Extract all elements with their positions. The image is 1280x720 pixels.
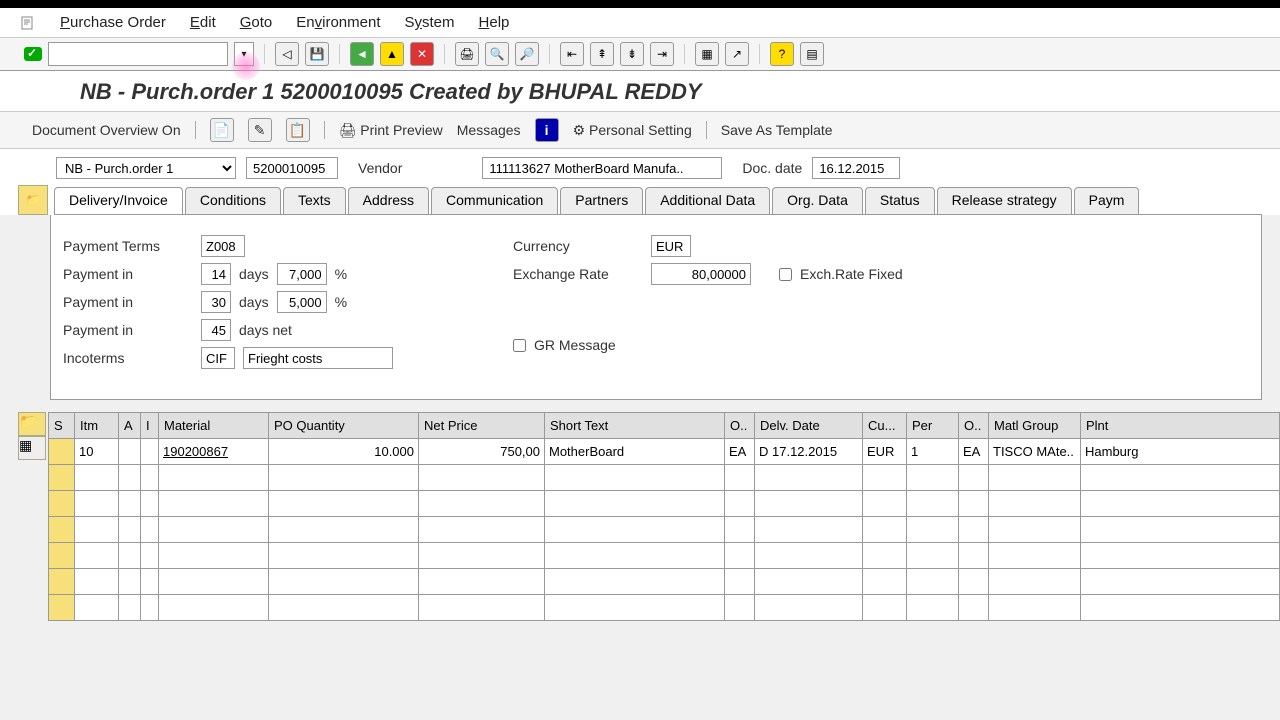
- command-field[interactable]: [48, 42, 228, 66]
- exchange-rate-field[interactable]: [651, 263, 751, 285]
- tab-payment[interactable]: Paym: [1074, 187, 1140, 214]
- next-page-icon[interactable]: ⇟: [620, 42, 644, 66]
- payment-in-2-days[interactable]: [201, 291, 231, 313]
- print-preview-button[interactable]: 🖨 Print Preview: [339, 122, 443, 139]
- tab-texts[interactable]: Texts: [283, 187, 346, 214]
- tab-address[interactable]: Address: [348, 187, 429, 214]
- print-icon[interactable]: 🖨: [455, 42, 479, 66]
- tab-delivery-invoice[interactable]: Delivery/Invoice: [54, 187, 183, 214]
- incoterms-text-field[interactable]: [243, 347, 393, 369]
- vendor-label: Vendor: [358, 160, 402, 176]
- currency-label: Currency: [513, 238, 643, 254]
- shortcut-icon[interactable]: ↗: [725, 42, 749, 66]
- payment-in-2-disc[interactable]: [277, 291, 327, 313]
- payment-in-1-disc[interactable]: [277, 263, 327, 285]
- doc-date-label: Doc. date: [742, 160, 802, 176]
- menu-environment[interactable]: Environment: [296, 14, 380, 31]
- item-grid-area: 📁 ▦ S Itm A I Material PO Quantity Net P…: [18, 412, 1280, 621]
- save-icon[interactable]: 💾: [305, 42, 329, 66]
- incoterms-label: Incoterms: [63, 350, 193, 366]
- tab-conditions[interactable]: Conditions: [185, 187, 281, 214]
- table-row[interactable]: [49, 465, 1280, 491]
- menu-edit[interactable]: Edit: [190, 14, 216, 31]
- layout-icon[interactable]: ▤: [800, 42, 824, 66]
- first-page-icon[interactable]: ⇤: [560, 42, 584, 66]
- menu-purchase-order[interactable]: Purchase Order: [60, 14, 166, 31]
- payment-terms-label: Payment Terms: [63, 238, 193, 254]
- enter-icon[interactable]: [24, 47, 42, 61]
- new-session-icon[interactable]: ▦: [695, 42, 719, 66]
- collapse-items-icon[interactable]: 📁: [18, 412, 46, 436]
- help-icon[interactable]: ?: [770, 42, 794, 66]
- create-icon[interactable]: 📄: [210, 118, 234, 142]
- currency-field[interactable]: [651, 235, 691, 257]
- gr-message-checkbox[interactable]: [513, 339, 526, 352]
- item-grid: S Itm A I Material PO Quantity Net Price…: [48, 412, 1280, 621]
- messages-button[interactable]: Messages: [457, 122, 521, 138]
- collapse-header-icon[interactable]: 📁: [18, 185, 48, 215]
- doc-overview-button[interactable]: Document Overview On: [32, 122, 181, 138]
- incoterms-field[interactable]: [201, 347, 235, 369]
- command-dropdown[interactable]: [234, 42, 254, 66]
- back-green-icon[interactable]: ◄: [350, 42, 374, 66]
- menu-goto[interactable]: Goto: [240, 14, 273, 31]
- info-icon[interactable]: i: [535, 118, 559, 142]
- doc-number-field[interactable]: [246, 157, 338, 179]
- exit-icon[interactable]: ▲: [380, 42, 404, 66]
- table-row[interactable]: [49, 595, 1280, 621]
- payment-in-3-label: Payment in: [63, 322, 193, 338]
- payment-in-3-days[interactable]: [201, 319, 231, 341]
- tab-additional-data[interactable]: Additional Data: [645, 187, 770, 214]
- tab-release-strategy[interactable]: Release strategy: [937, 187, 1072, 214]
- exchange-rate-label: Exchange Rate: [513, 266, 643, 282]
- header-tabs: Delivery/Invoice Conditions Texts Addres…: [54, 187, 1262, 215]
- exch-rate-fixed-label: Exch.Rate Fixed: [800, 266, 903, 282]
- back-icon[interactable]: ◁: [275, 42, 299, 66]
- table-row[interactable]: [49, 569, 1280, 595]
- page-title: NB - Purch.order 1 5200010095 Created by…: [80, 79, 1256, 105]
- header-fields: NB - Purch.order 1 Vendor Doc. date: [0, 149, 1280, 187]
- table-row[interactable]: [49, 491, 1280, 517]
- vendor-field[interactable]: [482, 157, 722, 179]
- doc-type-select[interactable]: NB - Purch.order 1: [56, 157, 236, 179]
- table-row[interactable]: 10 190200867 10.000 750,00 MotherBoard E…: [49, 439, 1280, 465]
- doc-date-field[interactable]: [812, 157, 900, 179]
- change-icon[interactable]: ✎: [248, 118, 272, 142]
- tab-communication[interactable]: Communication: [431, 187, 558, 214]
- tab-status[interactable]: Status: [865, 187, 935, 214]
- other-po-icon[interactable]: 📋: [286, 118, 310, 142]
- payment-terms-field[interactable]: [201, 235, 245, 257]
- last-page-icon[interactable]: ⇥: [650, 42, 674, 66]
- find-next-icon[interactable]: 🔎: [515, 42, 539, 66]
- payment-in-1-days[interactable]: [201, 263, 231, 285]
- payment-in-1-label: Payment in: [63, 266, 193, 282]
- prev-page-icon[interactable]: ⇞: [590, 42, 614, 66]
- menu-help[interactable]: Help: [479, 14, 510, 31]
- table-row[interactable]: [49, 517, 1280, 543]
- main-toolbar: ◁ 💾 ◄ ▲ ✕ 🖨 🔍 🔎 ⇤ ⇞ ⇟ ⇥ ▦ ↗ ? ▤: [0, 38, 1280, 71]
- menu-system[interactable]: System: [405, 14, 455, 31]
- app-icon: [20, 15, 36, 31]
- gr-message-label: GR Message: [534, 337, 616, 353]
- find-icon[interactable]: 🔍: [485, 42, 509, 66]
- personal-setting-button[interactable]: ⚙ Personal Setting: [573, 122, 692, 139]
- grid-settings-icon[interactable]: ▦: [18, 436, 46, 460]
- save-template-button[interactable]: Save As Template: [721, 122, 833, 138]
- action-bar: Document Overview On 📄 ✎ 📋 🖨 Print Previ…: [0, 112, 1280, 149]
- cancel-icon[interactable]: ✕: [410, 42, 434, 66]
- payment-in-2-label: Payment in: [63, 294, 193, 310]
- tab-partners[interactable]: Partners: [560, 187, 643, 214]
- table-row[interactable]: [49, 543, 1280, 569]
- menu-bar: Purchase Order Edit Goto Environment Sys…: [0, 8, 1280, 38]
- tab-content: Payment Terms Payment in days % Payment …: [50, 215, 1262, 400]
- exch-rate-fixed-checkbox[interactable]: [779, 268, 792, 281]
- grid-header-row: S Itm A I Material PO Quantity Net Price…: [49, 413, 1280, 439]
- tab-org-data[interactable]: Org. Data: [772, 187, 863, 214]
